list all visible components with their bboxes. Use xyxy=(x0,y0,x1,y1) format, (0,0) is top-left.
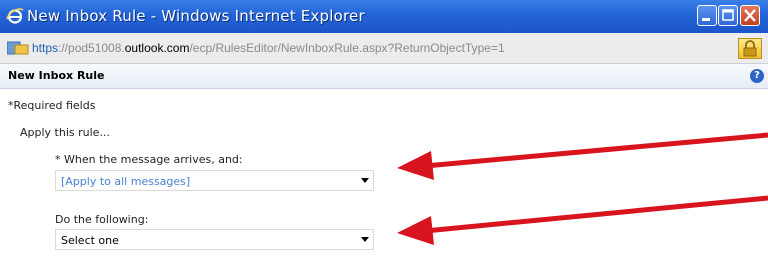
annotation-arrow-action xyxy=(397,195,768,245)
annotation-arrows xyxy=(397,132,768,245)
annotation-arrow-condition xyxy=(397,132,768,180)
